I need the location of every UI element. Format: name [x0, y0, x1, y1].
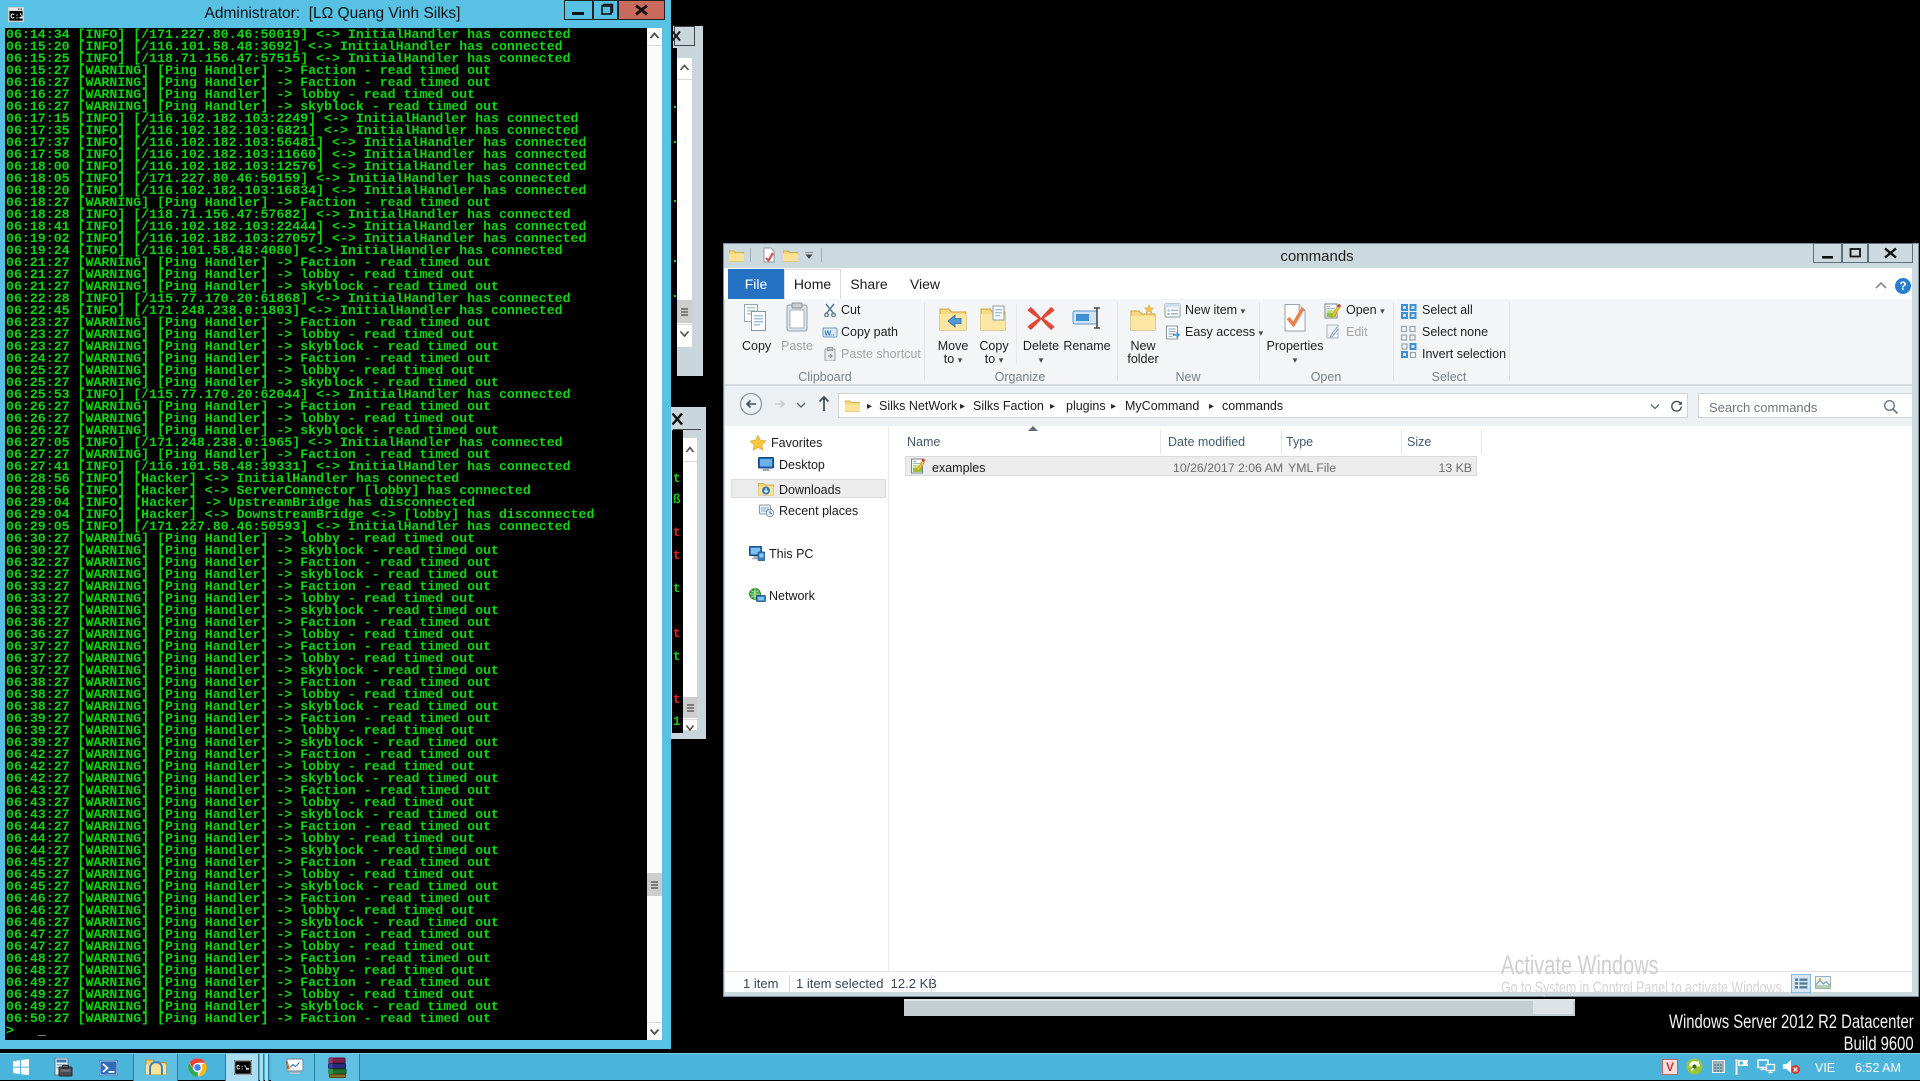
svg-text:C:\: C:\	[236, 1065, 248, 1072]
svg-text:W..: W..	[825, 331, 835, 338]
